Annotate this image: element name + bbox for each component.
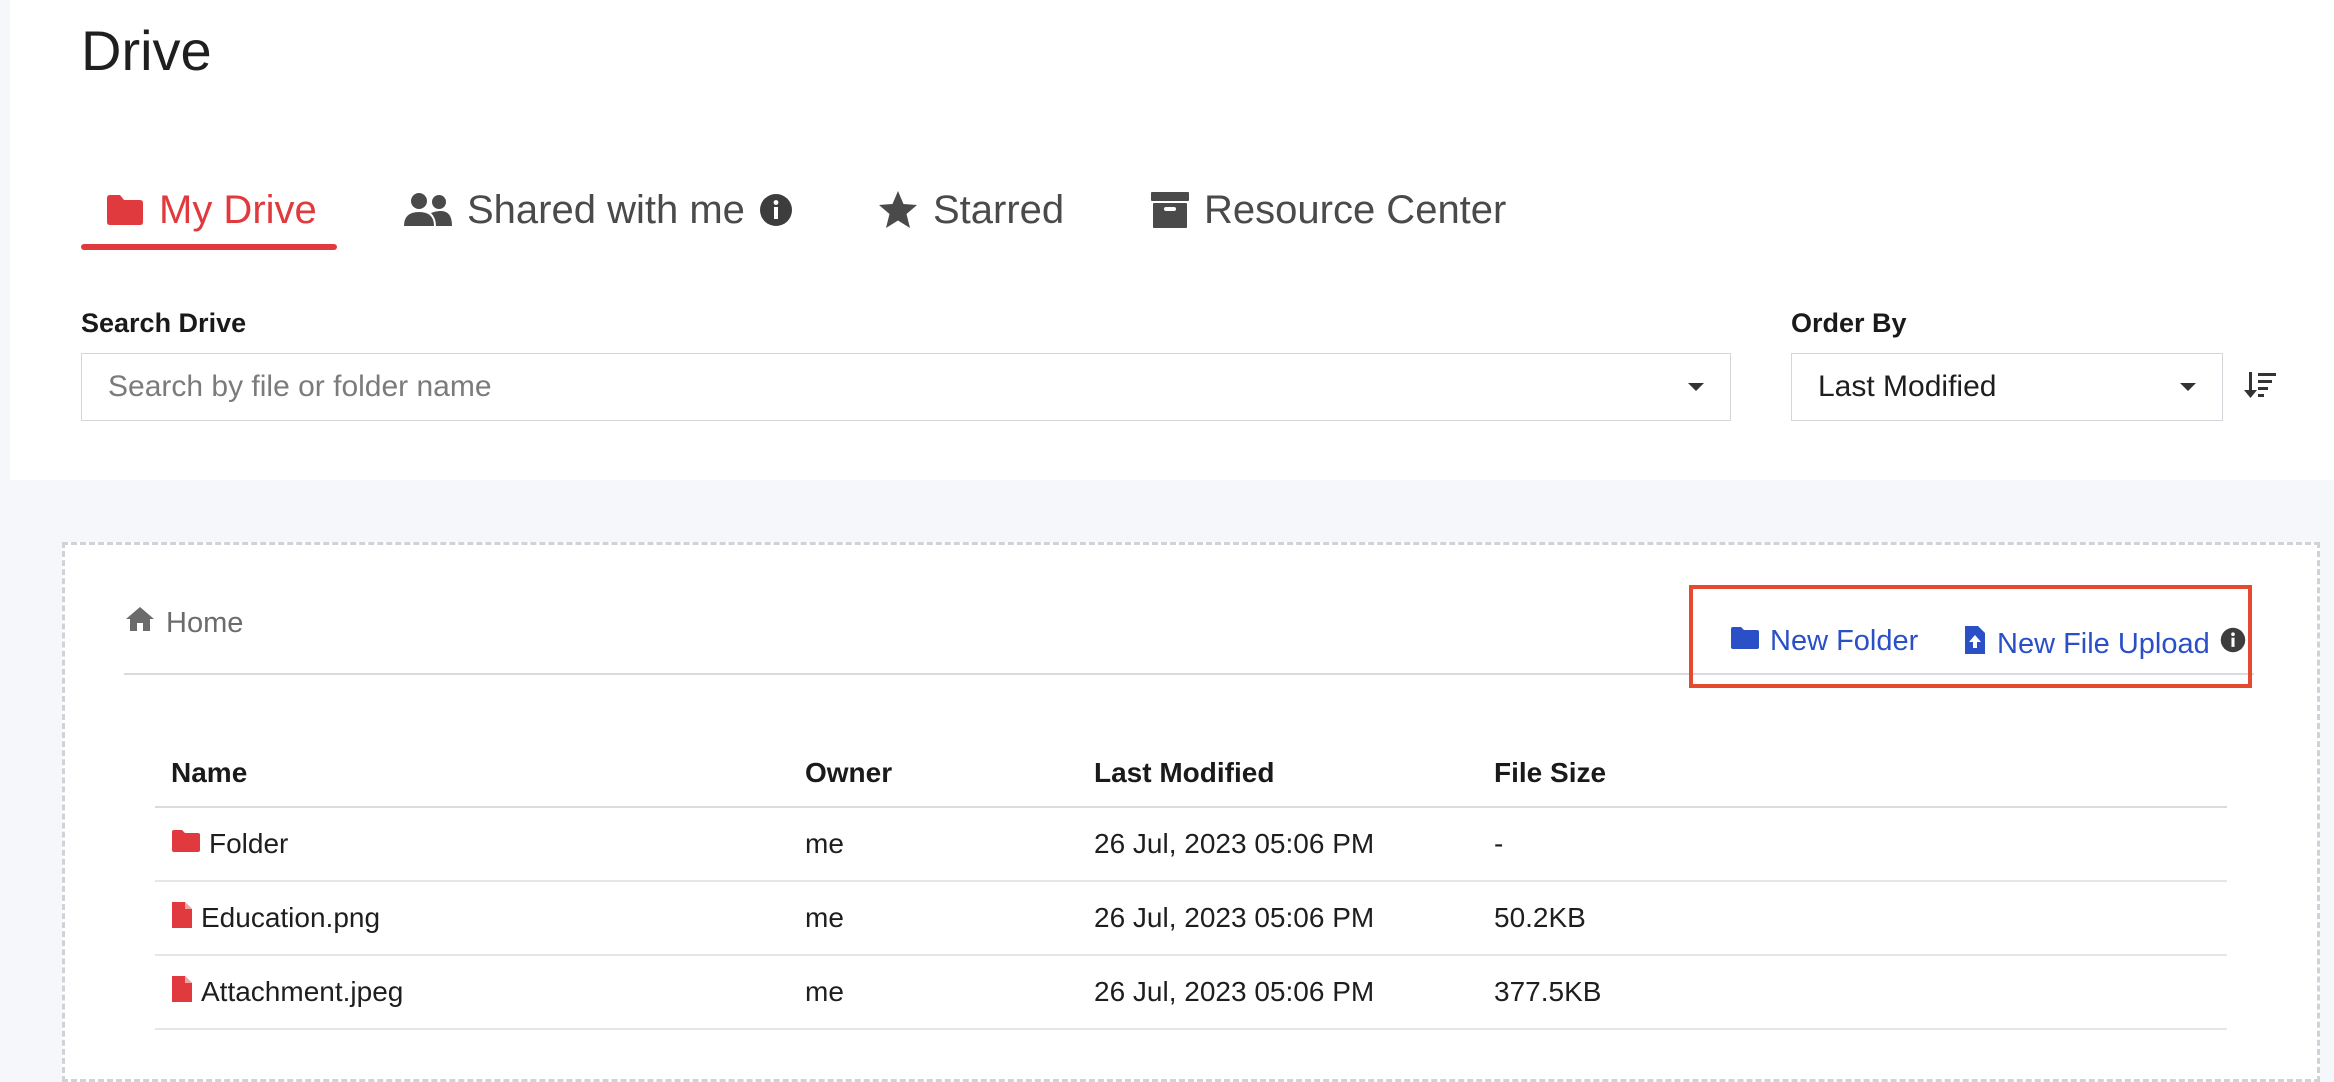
tab-my-drive[interactable]: My Drive — [105, 170, 317, 250]
folder-icon — [105, 194, 145, 226]
table-row[interactable]: Education.png me 26 Jul, 2023 05:06 PM 5… — [155, 881, 2227, 956]
file-modified: 26 Jul, 2023 05:06 PM — [1078, 881, 1478, 956]
table-row[interactable]: Attachment.jpeg me 26 Jul, 2023 05:06 PM… — [155, 955, 2227, 1030]
drive-tabs: My Drive Shared with me Starred Resource… — [81, 170, 1581, 254]
file-modified: 26 Jul, 2023 05:06 PM — [1078, 955, 1478, 1030]
new-file-upload-label: New File Upload — [1997, 627, 2210, 660]
column-header-last-modified[interactable]: Last Modified — [1078, 740, 1478, 808]
file-size: - — [1478, 807, 2227, 882]
new-folder-button[interactable]: New Folder — [1730, 625, 1918, 658]
actions-highlight: New Folder New File Upload — [1689, 585, 2252, 688]
tab-resource-center[interactable]: Resource Center — [1150, 170, 1506, 250]
column-header-file-size[interactable]: File Size — [1478, 740, 2227, 808]
file-size: 377.5KB — [1478, 955, 2227, 1030]
tab-starred[interactable]: Starred — [877, 170, 1064, 250]
breadcrumb[interactable]: Home — [124, 605, 243, 641]
table-row[interactable]: Folder me 26 Jul, 2023 05:06 PM - — [155, 807, 2227, 882]
tab-label: My Drive — [159, 187, 317, 232]
info-icon[interactable] — [2220, 627, 2246, 661]
search-placeholder: Search by file or folder name — [108, 370, 492, 403]
table-header-row: Name Owner Last Modified File Size — [155, 740, 2227, 808]
file-owner: me — [789, 881, 1078, 956]
users-icon — [403, 192, 453, 228]
order-by-select[interactable]: Last Modified — [1791, 353, 2223, 421]
search-label: Search Drive — [81, 308, 247, 338]
chevron-down-icon — [2180, 383, 2196, 391]
file-name[interactable]: Folder — [209, 828, 288, 860]
file-name[interactable]: Education.png — [201, 902, 380, 934]
tab-label: Shared with me — [467, 187, 745, 232]
breadcrumb-home[interactable]: Home — [166, 607, 243, 640]
column-header-name[interactable]: Name — [155, 740, 789, 808]
file-icon — [171, 901, 193, 936]
archive-icon — [1150, 191, 1190, 229]
new-folder-label: New Folder — [1770, 625, 1919, 657]
file-owner: me — [789, 807, 1078, 882]
files-table: Name Owner Last Modified File Size Folde… — [155, 740, 2227, 1030]
tab-label: Starred — [933, 187, 1065, 232]
chevron-down-icon — [1688, 383, 1704, 391]
column-header-owner[interactable]: Owner — [789, 740, 1078, 808]
home-icon — [124, 605, 156, 641]
folder-icon — [171, 828, 201, 860]
file-size: 50.2KB — [1478, 881, 2227, 956]
file-icon — [171, 975, 193, 1010]
sort-direction-icon[interactable] — [2244, 370, 2278, 405]
star-icon — [877, 190, 919, 230]
file-upload-icon — [1963, 625, 1987, 663]
order-by-value: Last Modified — [1818, 370, 1997, 403]
file-name[interactable]: Attachment.jpeg — [201, 976, 403, 1008]
folder-icon — [1730, 625, 1760, 658]
new-file-upload-button[interactable]: New File Upload — [1963, 625, 2246, 663]
tab-shared-with-me[interactable]: Shared with me — [403, 170, 793, 250]
page-title: Drive — [81, 19, 212, 82]
order-by-label: Order By — [1791, 308, 1907, 338]
search-input[interactable]: Search by file or folder name — [81, 353, 1731, 421]
tab-label: Resource Center — [1204, 187, 1507, 232]
info-icon[interactable] — [759, 193, 793, 227]
file-modified: 26 Jul, 2023 05:06 PM — [1078, 807, 1478, 882]
active-tab-indicator — [81, 244, 337, 250]
file-owner: me — [789, 955, 1078, 1030]
